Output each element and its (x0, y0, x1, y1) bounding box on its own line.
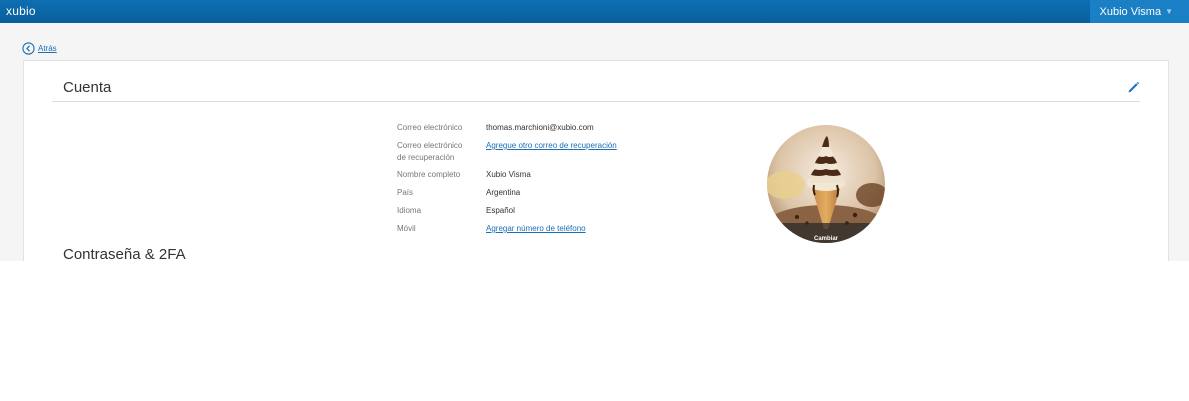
account-card (23, 60, 1169, 261)
change-avatar-label: Cambiar (813, 236, 838, 242)
back-circle-icon (22, 42, 35, 55)
full-name-value: Xubio Visma (486, 170, 531, 179)
full-name-label: Nombre completo (397, 170, 461, 179)
back-link-label: Atrás (38, 44, 57, 53)
add-recovery-email-link[interactable]: Agregue otro correo de recuperación (486, 140, 617, 152)
country-label: País (397, 188, 414, 197)
change-avatar-button[interactable]: Cambiar (767, 223, 885, 243)
email-value: thomas.marchioni@xubio.com (486, 123, 594, 132)
brand-logo[interactable]: xubio (6, 4, 36, 18)
avatar[interactable]: Cambiar (767, 125, 885, 243)
add-phone-link[interactable]: Agregar número de teléfono (486, 223, 586, 235)
user-menu[interactable]: Xubio Visma ▼ (1089, 0, 1189, 23)
chevron-down-icon: ▼ (1165, 7, 1173, 16)
top-navbar: xubio Xubio Visma ▼ (0, 0, 1189, 23)
title-divider (52, 101, 1140, 102)
user-menu-name: Xubio Visma (1099, 5, 1162, 18)
mobile-label: Móvil (397, 224, 416, 233)
recovery-email-label: Correo electrónico (397, 141, 463, 150)
language-value: Español (486, 206, 515, 215)
back-link[interactable]: Atrás (22, 42, 57, 55)
blank-area (0, 261, 1189, 401)
country-value: Argentina (486, 188, 521, 197)
pencil-icon[interactable] (1127, 81, 1140, 94)
account-section-title: Cuenta (63, 79, 112, 96)
language-label: Idioma (397, 206, 422, 215)
recovery-email-label-line2: de recuperación (397, 153, 455, 162)
email-label: Correo electrónico (397, 123, 463, 132)
